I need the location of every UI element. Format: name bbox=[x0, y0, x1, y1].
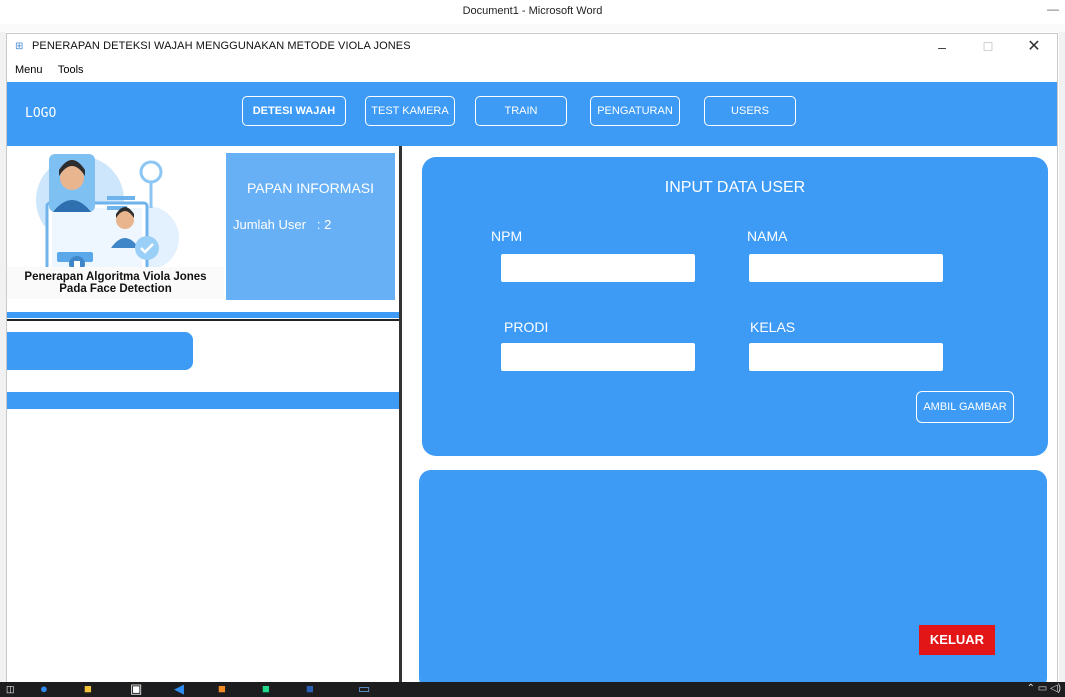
python-app-icon[interactable]: ▭ bbox=[358, 682, 370, 697]
nama-input[interactable] bbox=[749, 254, 943, 282]
left-menu-strip bbox=[7, 392, 399, 409]
nav-button-users[interactable]: USERS bbox=[704, 96, 796, 126]
close-icon: ✕ bbox=[1027, 38, 1041, 55]
logo: LOGO bbox=[25, 106, 57, 121]
nav-button-deteksi-wajah[interactable]: DETESI WAJAH bbox=[242, 96, 346, 126]
search-icon[interactable]: ◫ bbox=[6, 682, 15, 697]
maximize-button[interactable]: ☐ bbox=[965, 36, 1011, 58]
caption-line-2: Pada Face Detection bbox=[59, 283, 172, 295]
background-window-title-text: Document1 - Microsoft Word bbox=[462, 5, 603, 17]
background-right-edge bbox=[1059, 32, 1065, 682]
caption-line-1: Penerapan Algoritma Viola Jones bbox=[24, 271, 207, 283]
illustration-caption: Penerapan Algoritma Viola Jones Pada Fac… bbox=[7, 267, 224, 299]
menu-item-menu[interactable]: Menu bbox=[11, 60, 47, 80]
prodi-input[interactable] bbox=[501, 343, 695, 371]
background-ribbon-strip bbox=[0, 24, 1065, 32]
npm-input[interactable] bbox=[501, 254, 695, 282]
cortana-icon[interactable]: ● bbox=[40, 682, 48, 697]
minimize-button[interactable]: – bbox=[919, 36, 965, 58]
form-title: INPUT DATA USER bbox=[664, 179, 806, 196]
app-icon[interactable]: ■ bbox=[218, 682, 226, 697]
menu-item-tools[interactable]: Tools bbox=[54, 60, 88, 80]
user-count-value: 2 bbox=[324, 217, 332, 232]
minimize-icon: – bbox=[938, 39, 946, 55]
vscode-icon[interactable]: ◀ bbox=[174, 682, 184, 697]
file-explorer-icon[interactable]: ■ bbox=[84, 682, 92, 697]
left-separator-line bbox=[7, 319, 399, 321]
nav-button-pengaturan[interactable]: PENGATURAN bbox=[590, 96, 680, 126]
background-window-title: Document1 - Microsoft Word bbox=[0, 0, 1065, 24]
user-count-separator: : bbox=[316, 217, 321, 232]
nav-button-test-kamera[interactable]: TEST KAMERA bbox=[365, 96, 455, 126]
taskbar: ◫ ● ■ ▣ ◀ ■ ■ ■ ▭ ⌃ ▭ ◁) bbox=[0, 682, 1065, 697]
ambil-gambar-button[interactable]: AMBIL GAMBAR bbox=[916, 391, 1014, 423]
input-user-card: INPUT DATA USER NPM NAMA PRODI KELAS AMB… bbox=[422, 157, 1048, 456]
info-board-title: PAPAN INFORMASI bbox=[246, 180, 375, 196]
npm-label: NPM bbox=[491, 228, 523, 244]
left-divider-strip bbox=[7, 312, 399, 318]
app-window: ⊞ PENERAPAN DETEKSI WAJAH MENGGUNAKAN ME… bbox=[6, 33, 1058, 683]
user-count-label: Jumlah User bbox=[233, 217, 306, 232]
window-title: PENERAPAN DETEKSI WAJAH MENGGUNAKAN METO… bbox=[32, 40, 411, 52]
maximize-icon: ☐ bbox=[982, 40, 994, 54]
app-window-icon: ⊞ bbox=[15, 41, 24, 52]
info-board: PAPAN INFORMASI Jumlah User : 2 bbox=[226, 153, 395, 300]
store-icon[interactable]: ▣ bbox=[130, 682, 142, 697]
panel-splitter[interactable] bbox=[399, 146, 402, 682]
pycharm-icon[interactable]: ■ bbox=[262, 682, 270, 697]
title-bar: ⊞ PENERAPAN DETEKSI WAJAH MENGGUNAKAN ME… bbox=[7, 34, 1057, 60]
system-tray[interactable]: ⌃ ▭ ◁) bbox=[1027, 682, 1061, 696]
background-minimize-icon: — bbox=[1047, 2, 1059, 16]
word-icon[interactable]: ■ bbox=[306, 682, 314, 697]
prodi-label: PRODI bbox=[504, 319, 549, 335]
menu-bar: Menu Tools bbox=[7, 60, 1057, 80]
kelas-input[interactable] bbox=[749, 343, 943, 371]
kelas-label: KELAS bbox=[750, 319, 796, 335]
user-count-row: Jumlah User : 2 bbox=[233, 217, 331, 232]
close-button[interactable]: ✕ bbox=[1011, 36, 1057, 58]
left-menu-item[interactable] bbox=[7, 332, 193, 370]
top-navigation-bar: LOGO DETESI WAJAH TEST KAMERA TRAIN PENG… bbox=[7, 82, 1057, 146]
nama-label: NAMA bbox=[747, 228, 788, 244]
keluar-button[interactable]: KELUAR bbox=[919, 625, 995, 655]
nav-button-train[interactable]: TRAIN bbox=[475, 96, 567, 126]
